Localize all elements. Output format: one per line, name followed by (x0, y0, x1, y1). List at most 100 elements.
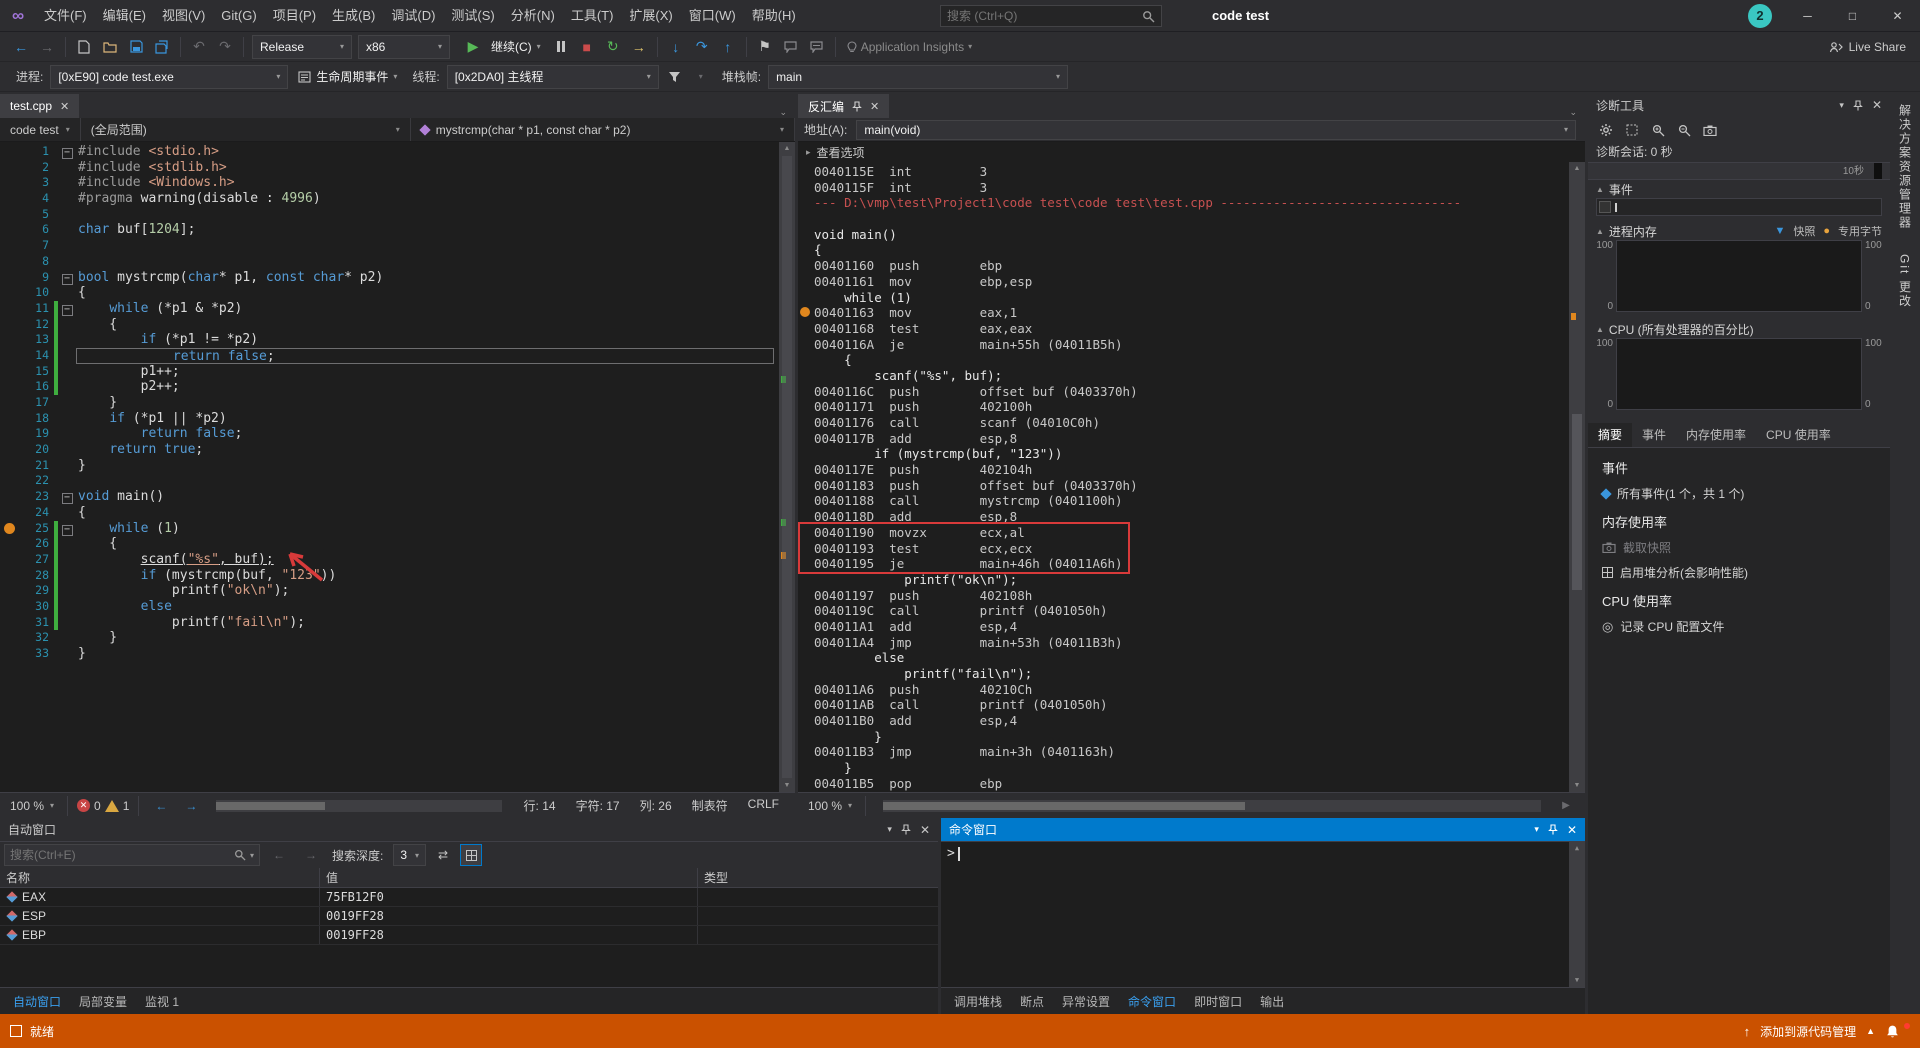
quick-search-input[interactable] (947, 9, 1142, 23)
tab-test-cpp[interactable]: test.cpp ✕ (0, 94, 80, 118)
breakpoint-margin[interactable] (0, 379, 20, 395)
code-area[interactable]: 1− #include <stdio.h> 2 #include <stdlib.h>… (0, 142, 795, 792)
disasm-margin[interactable] (798, 180, 814, 196)
notifications-bell-icon[interactable] (1885, 1024, 1900, 1039)
close-icon[interactable]: ✕ (920, 823, 930, 837)
menu-item[interactable]: 项目(P) (265, 0, 324, 31)
breakpoint-margin[interactable] (0, 348, 20, 364)
code-line[interactable]: 4 #pragma warning(disable : 4996) (0, 191, 779, 207)
window-menu-chevron-icon[interactable]: ▾ (1839, 100, 1844, 111)
code-line[interactable]: 21} (0, 458, 779, 474)
disasm-margin[interactable] (798, 305, 814, 321)
disasm-line[interactable]: } (798, 760, 1569, 776)
menu-item[interactable]: 分析(N) (503, 0, 563, 31)
disasm-line[interactable]: while (1) (798, 290, 1569, 306)
memory-section-header[interactable]: ▲ 进程内存 ▼ 快照 ● 专用字节 (1588, 222, 1890, 240)
disasm-margin[interactable] (798, 211, 814, 227)
disasm-margin[interactable] (798, 242, 814, 258)
window-menu-chevron-icon[interactable]: ▾ (887, 824, 892, 835)
continue-button[interactable]: ▶ 继续(C) ▾ (453, 35, 548, 59)
quick-search[interactable] (940, 5, 1162, 27)
breakpoint-margin[interactable] (0, 411, 20, 427)
disasm-margin[interactable] (798, 666, 814, 682)
scroll-down-icon[interactable]: ▼ (1569, 974, 1585, 987)
breakpoint-margin[interactable] (0, 238, 20, 254)
disasm-margin[interactable] (798, 321, 814, 337)
disasm-line[interactable]: 0040117E push 402104h (798, 462, 1569, 478)
disasm-margin[interactable] (798, 760, 814, 776)
disasm-margin[interactable] (798, 588, 814, 604)
pause-icon[interactable] (549, 35, 573, 59)
take-snapshot-link[interactable]: 截取快照 (1602, 539, 1876, 556)
breakpoint-margin[interactable] (0, 222, 20, 238)
close-icon[interactable]: ✕ (1872, 98, 1882, 112)
code-line[interactable]: 33} (0, 646, 779, 662)
disasm-line[interactable]: 00401183 push offset buf (0403370h) (798, 478, 1569, 494)
disasm-line[interactable]: printf("fail\n"); (798, 666, 1569, 682)
panel-tab[interactable]: 命令窗口 (1119, 993, 1185, 1010)
breadcrumb-project[interactable]: code test ▾ (0, 118, 81, 141)
breakpoint-margin[interactable] (0, 552, 20, 568)
disasm-code[interactable]: 0040115E int 3 0040115F int 3 --- D:\vmp\t… (798, 162, 1569, 792)
panel-tab[interactable]: 即时窗口 (1185, 993, 1251, 1010)
disasm-line[interactable]: else (798, 650, 1569, 666)
diagnostics-tab[interactable]: 摘要 (1588, 423, 1633, 447)
disasm-line[interactable]: 0040119C call printf (0401050h) (798, 603, 1569, 619)
autos-search-input[interactable] (10, 848, 234, 862)
breakpoint-margin[interactable] (0, 144, 20, 160)
breakpoint-margin[interactable] (0, 426, 20, 442)
disassembly-area[interactable]: 0040115E int 3 0040115F int 3 --- D:\vmp\t… (798, 162, 1585, 792)
scroll-down-icon[interactable]: ▼ (1569, 779, 1585, 792)
disasm-line[interactable]: 00401176 call scanf (04010C0h) (798, 415, 1569, 431)
menu-item[interactable]: 生成(B) (324, 0, 383, 31)
collapse-minus-icon[interactable]: − (61, 304, 73, 316)
stack-frame-dropdown[interactable]: main ▾ (768, 64, 1069, 89)
scroll-up-icon[interactable]: ▲ (1569, 162, 1585, 175)
redo-icon[interactable]: ↷ (213, 35, 237, 59)
configuration-dropdown[interactable]: Release ▾ (252, 34, 352, 59)
disasm-line[interactable]: printf("ok\n"); (798, 572, 1569, 588)
diagnostics-tab[interactable]: 内存使用率 (1676, 423, 1756, 447)
disasm-margin[interactable] (798, 729, 814, 745)
column-type[interactable]: 类型 (698, 868, 938, 887)
menu-item[interactable]: 工具(T) (563, 0, 622, 31)
scroll-thumb[interactable] (782, 156, 792, 778)
error-count[interactable]: 0 (94, 799, 101, 813)
breakpoint-margin[interactable] (0, 160, 20, 176)
search-options-chevron-icon[interactable]: ▾ (246, 851, 254, 860)
disasm-line[interactable]: 0040115E int 3 (798, 164, 1569, 180)
breakpoint-margin[interactable] (0, 536, 20, 552)
timeline-ruler[interactable]: 10秒 (1588, 162, 1890, 180)
step-over-icon[interactable]: ↷ (690, 35, 714, 59)
breakpoint-margin[interactable] (0, 615, 20, 631)
disasm-line[interactable]: scanf("%s", buf); (798, 368, 1569, 384)
command-window-header[interactable]: 命令窗口 ▾ ✕ (941, 818, 1585, 842)
disasm-margin[interactable] (798, 399, 814, 415)
code-line[interactable]: 12 { (0, 316, 779, 333)
breakpoint-margin[interactable] (0, 489, 20, 505)
search-prev-icon[interactable]: ← (267, 843, 291, 867)
breakpoint-margin[interactable] (0, 270, 20, 286)
zoom-in-icon[interactable] (1648, 120, 1668, 140)
editor-code[interactable]: 1− #include <stdio.h> 2 #include <stdlib.h>… (0, 142, 779, 792)
code-line[interactable]: 13 if (*p1 != *p2) (0, 332, 779, 348)
fold-marker[interactable]: − (58, 144, 76, 160)
disasm-line[interactable]: if (mystrcmp(buf, "123")) (798, 446, 1569, 462)
code-line[interactable]: 5 (0, 207, 779, 223)
disasm-margin[interactable] (798, 493, 814, 509)
next-issue-icon[interactable]: → (179, 794, 203, 818)
code-line[interactable]: 15 p1++; (0, 363, 779, 380)
code-line[interactable]: 27 scanf("%s", buf); (0, 551, 779, 568)
open-folder-icon[interactable] (98, 35, 122, 59)
menu-item[interactable]: Git(G) (213, 0, 264, 31)
tab-disassembly[interactable]: 反汇编 ✕ (798, 94, 890, 118)
flip-view-icon[interactable]: ⇄ (432, 844, 454, 866)
code-line[interactable]: 19 return false; (0, 426, 779, 442)
code-line[interactable]: 8 (0, 254, 779, 270)
command-vertical-scrollbar[interactable]: ▲ ▼ (1569, 842, 1585, 987)
column-name[interactable]: 名称 (0, 868, 320, 887)
disasm-margin[interactable] (798, 635, 814, 651)
disasm-line[interactable]: 00401160 push ebp (798, 258, 1569, 274)
fold-marker[interactable]: − (58, 270, 76, 286)
hex-display-icon[interactable] (460, 844, 483, 866)
